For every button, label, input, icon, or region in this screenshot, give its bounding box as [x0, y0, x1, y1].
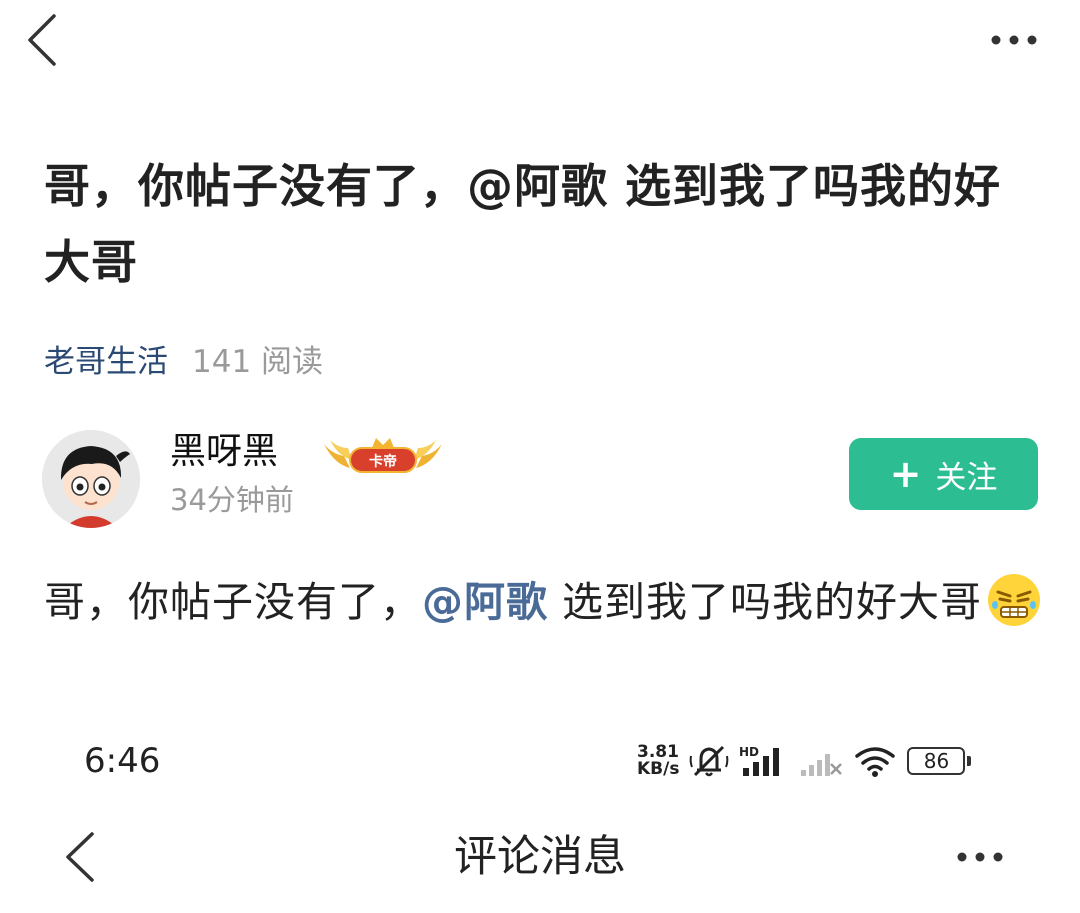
more-options-icon[interactable] — [950, 843, 1010, 871]
post-title: 哥，你帖子没有了，@阿歌 选到我了吗我的好大哥 — [44, 159, 1002, 289]
wifi-icon — [855, 747, 896, 777]
avatar-cartoon-boy-icon — [42, 430, 140, 528]
battery-indicator: 86 — [907, 747, 972, 775]
grimacing-face-emoji-icon — [988, 574, 1041, 626]
plus-icon: + — [889, 452, 922, 496]
more-options-icon[interactable] — [984, 26, 1044, 54]
signal-hd-icon: HD — [739, 745, 780, 776]
post-content: 哥，你帖子没有了，@阿歌 选到我了吗我的好大哥 — [44, 566, 1044, 638]
svg-text:HD: HD — [739, 745, 759, 759]
post-meta: 老哥生活 141 阅读 — [44, 340, 323, 384]
avatar[interactable] — [42, 430, 140, 528]
content-text: 哥，你帖子没有了， — [44, 578, 422, 626]
follow-label: 关注 — [935, 459, 998, 496]
status-clock: 6:46 — [84, 741, 161, 781]
network-speed: 3.81 KB/s — [637, 744, 679, 778]
back-arrow-icon[interactable] — [22, 12, 62, 68]
crown-badge-icon: 卡帝 — [324, 438, 442, 473]
page-title: 评论消息 — [454, 832, 626, 882]
channel-link[interactable]: 老哥生活 — [44, 344, 168, 380]
badge-label: 卡帝 — [369, 453, 397, 470]
author-name[interactable]: 黑呀黑 — [170, 428, 278, 476]
signal-weak-icon — [801, 754, 843, 776]
read-count: 141 阅读 — [192, 344, 324, 380]
follow-button[interactable]: + 关注 — [849, 438, 1038, 510]
status-icons: 3.81 KB/s HD 86 — [637, 738, 972, 784]
network-speed-unit: KB/s — [637, 759, 680, 779]
bell-muted-icon — [690, 745, 729, 777]
mention-link[interactable]: @阿歌 — [422, 578, 548, 626]
content-text: 选到我了吗我的好大哥 — [548, 578, 983, 626]
post-time: 34分钟前 — [170, 483, 294, 517]
